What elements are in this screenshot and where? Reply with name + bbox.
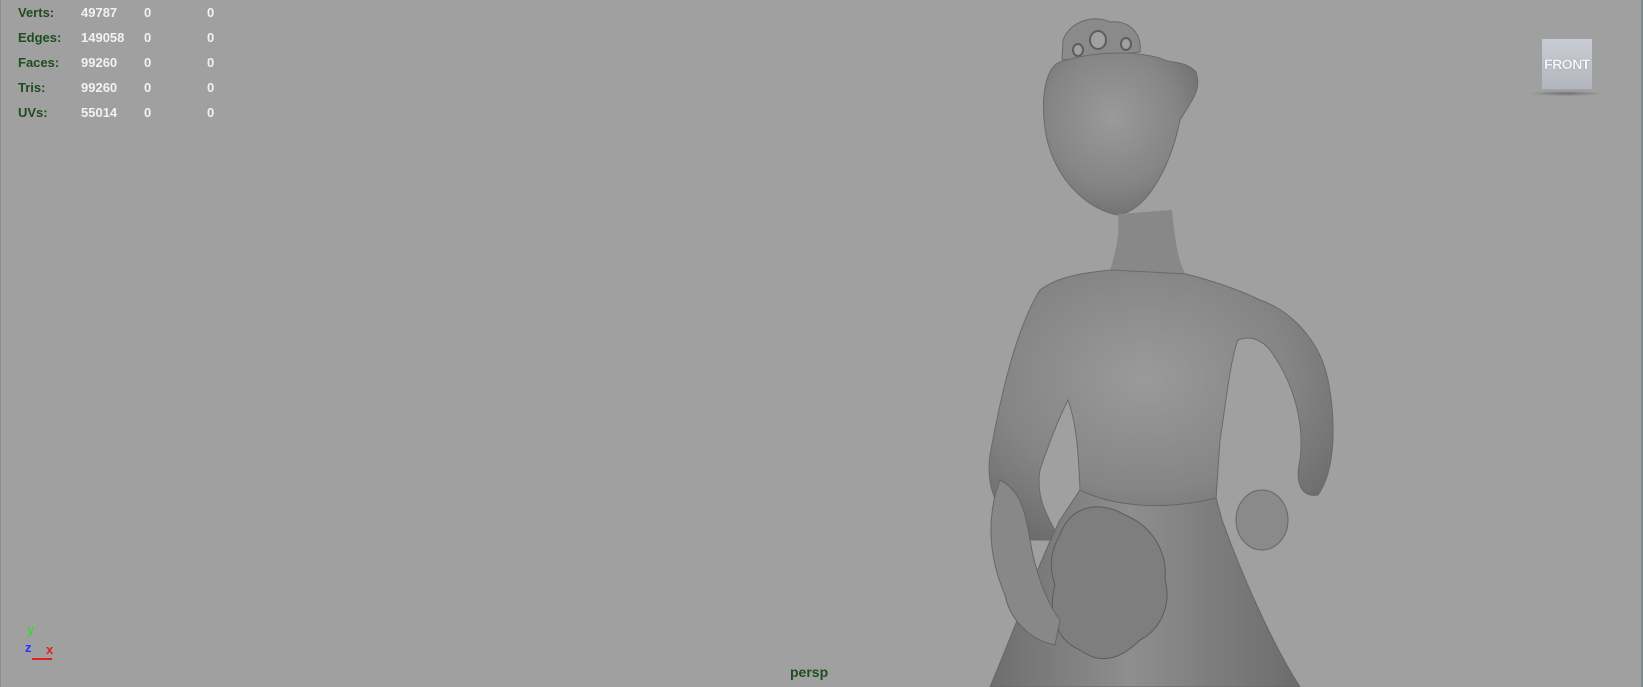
hud-value: 55014	[81, 105, 118, 120]
hud-row-verts: Verts: 49787 0 0	[18, 0, 247, 25]
camera-name-label: persp	[790, 664, 829, 680]
hud-value: 0	[207, 105, 215, 120]
axis-x-label: x	[46, 642, 54, 657]
hud-value: 0	[144, 30, 152, 45]
view-cube-front-face[interactable]: FRONT	[1541, 38, 1593, 90]
poly-count-hud: Verts: 49787 0 0 Edges: 149058 0 0 Faces…	[18, 0, 247, 125]
hud-value: 0	[144, 5, 152, 20]
viewport-persp[interactable]: Verts: 49787 0 0 Edges: 149058 0 0 Faces…	[0, 0, 1643, 687]
hud-value: 0	[207, 30, 215, 45]
axis-gizmo: y z x	[22, 622, 62, 662]
axis-x-line	[32, 658, 52, 660]
hud-value: 0	[144, 80, 152, 95]
hud-row-faces: Faces: 99260 0 0	[18, 50, 247, 75]
hud-value: 99260	[81, 80, 118, 95]
hud-value: 0	[207, 55, 215, 70]
hud-row-tris: Tris: 99260 0 0	[18, 75, 247, 100]
hud-label: Edges:	[18, 30, 62, 45]
view-cube-shadow	[1531, 91, 1601, 96]
hud-label: Verts:	[18, 5, 55, 20]
hud-value: 149058	[81, 30, 125, 45]
axis-z-label: z	[25, 640, 32, 655]
hud-row-uvs: UVs: 55014 0 0	[18, 100, 247, 125]
hud-value: 0	[207, 80, 215, 95]
hud-value: 49787	[81, 5, 118, 20]
hud-label: UVs:	[18, 105, 48, 120]
hud-value: 0	[144, 105, 152, 120]
hud-label: Tris:	[18, 80, 46, 95]
hud-value: 99260	[81, 55, 118, 70]
axis-y-label: y	[27, 622, 35, 637]
hud-label: Faces:	[18, 55, 60, 70]
hud-value: 0	[144, 55, 152, 70]
hud-row-edges: Edges: 149058 0 0	[18, 25, 247, 50]
hud-value: 0	[207, 5, 215, 20]
view-cube[interactable]: FRONT	[1531, 36, 1601, 98]
